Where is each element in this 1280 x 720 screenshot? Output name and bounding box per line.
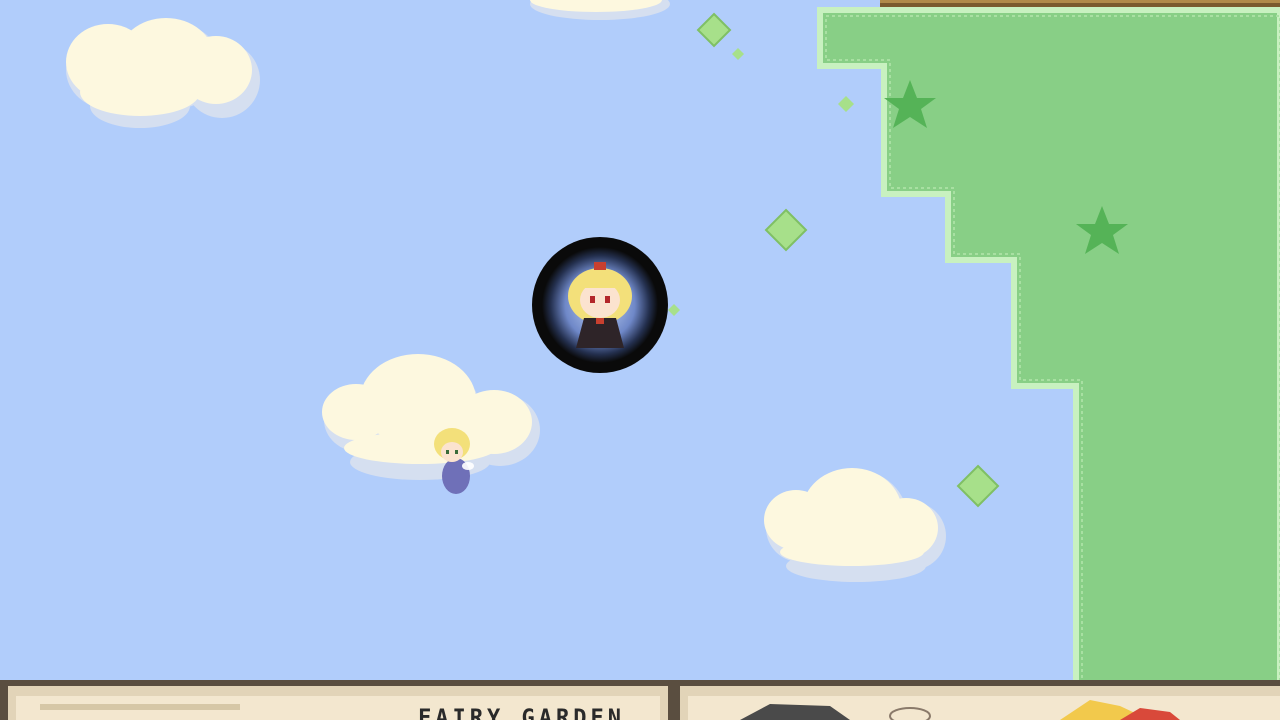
player-character-icon[interactable] bbox=[532, 237, 668, 373]
area-name-label: FAIRY GARDEN bbox=[418, 706, 625, 720]
game-viewport[interactable]: FAIRY GARDEN bbox=[0, 0, 1280, 720]
game-scene bbox=[0, 0, 1280, 720]
fence-top bbox=[880, 0, 1280, 7]
